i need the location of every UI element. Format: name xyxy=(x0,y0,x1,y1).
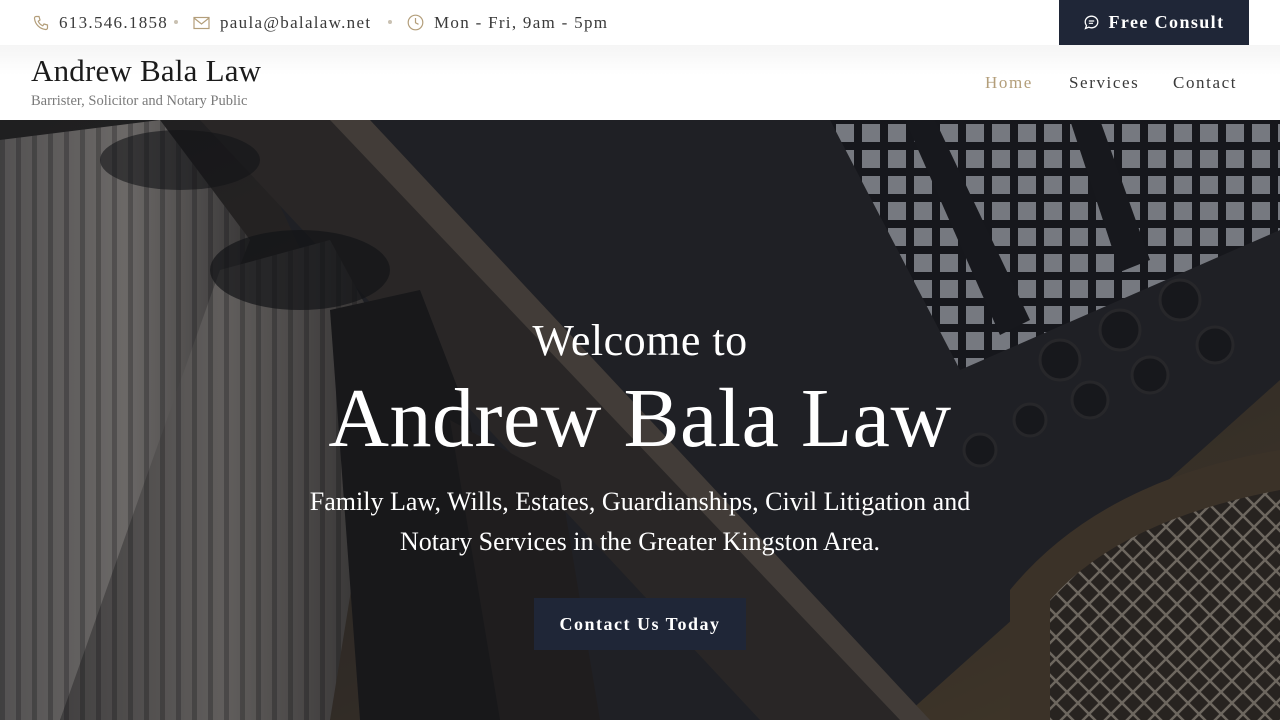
separator-dot xyxy=(388,20,392,24)
hero-title: Andrew Bala Law xyxy=(328,372,952,465)
hours-text: Mon - Fri, 9am - 5pm xyxy=(434,12,609,32)
phone-link[interactable]: 613.546.1858 xyxy=(33,0,168,45)
hero-description: Family Law, Wills, Estates, Guardianship… xyxy=(309,487,971,556)
site-tagline: Barrister, Solicitor and Notary Public xyxy=(31,93,248,109)
free-consult-label: Free Consult xyxy=(1108,12,1225,32)
mail-icon xyxy=(193,16,210,29)
phone-number: 613.546.1858 xyxy=(59,12,169,32)
contact-us-button[interactable]: Contact Us Today xyxy=(534,598,746,650)
site-header: Andrew Bala Law Barrister, Solicitor and… xyxy=(0,45,1280,120)
chat-icon xyxy=(1083,15,1098,30)
hero-welcome-text: Welcome to xyxy=(532,316,748,365)
email-address: paula@balalaw.net xyxy=(220,12,372,32)
nav-services[interactable]: Services xyxy=(1069,73,1139,93)
nav-contact[interactable]: Contact xyxy=(1173,73,1237,93)
separator-dot xyxy=(174,20,178,24)
site-title[interactable]: Andrew Bala Law xyxy=(31,53,261,89)
contact-us-label: Contact Us Today xyxy=(559,613,721,634)
top-bar: 613.546.1858 paula@balalaw.net Mon - Fri… xyxy=(0,0,1280,45)
free-consult-button[interactable]: Free Consult xyxy=(1059,0,1249,45)
hero-section: Welcome to Andrew Bala Law Family Law, W… xyxy=(0,120,1280,720)
nav-home[interactable]: Home xyxy=(985,73,1033,93)
email-link[interactable]: paula@balalaw.net xyxy=(193,0,371,45)
clock-icon xyxy=(407,14,424,31)
office-hours: Mon - Fri, 9am - 5pm xyxy=(407,0,608,45)
phone-icon xyxy=(33,15,49,30)
